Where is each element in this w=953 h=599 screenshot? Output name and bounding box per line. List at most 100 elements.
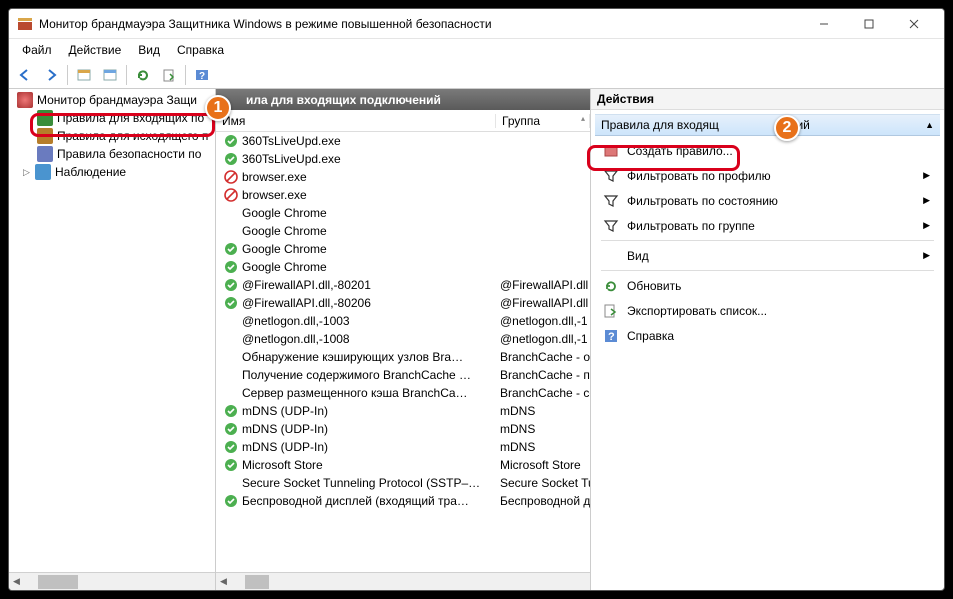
titlebar: Монитор брандмауэра Защитника Windows в … — [9, 9, 944, 39]
rule-row[interactable]: @FirewallAPI.dll,-80201 @FirewallAPI.dll — [216, 276, 590, 294]
status-icon — [224, 440, 238, 454]
menu-file[interactable]: Файл — [15, 41, 59, 59]
rule-row[interactable]: Google Chrome — [216, 222, 590, 240]
status-icon — [224, 332, 238, 346]
action-item[interactable]: Создать правило... — [595, 138, 940, 163]
tree-item-label: Правила безопасности по — [57, 147, 201, 161]
status-icon — [224, 494, 238, 508]
export-icon[interactable] — [157, 64, 181, 86]
new-window-icon[interactable] — [72, 64, 96, 86]
tree-item-label: Правила для исходящего п — [57, 129, 208, 143]
menu-action[interactable]: Действие — [62, 41, 129, 59]
rule-row[interactable]: mDNS (UDP-In)mDNS — [216, 420, 590, 438]
column-group[interactable]: Группа▴ — [496, 114, 590, 128]
column-name[interactable]: Имя — [216, 114, 496, 128]
expander-icon[interactable]: ▷ — [23, 167, 35, 178]
filter-icon — [603, 218, 619, 234]
status-icon — [224, 350, 238, 364]
rule-row[interactable]: Сервер размещенного кэша BranchCa…Branch… — [216, 384, 590, 402]
rule-row[interactable]: mDNS (UDP-In)mDNS — [216, 438, 590, 456]
rule-group: @netlogon.dll,-1 — [496, 332, 590, 346]
rule-row[interactable]: @netlogon.dll,-1003@netlogon.dll,-1 — [216, 312, 590, 330]
rule-group: BranchCache - об — [496, 350, 590, 364]
export-icon — [603, 303, 619, 319]
maximize-button[interactable] — [846, 10, 891, 38]
action-label: Создать правило... — [627, 144, 733, 158]
action-item[interactable]: Фильтровать по группе▶ — [595, 213, 940, 238]
rule-row[interactable]: @netlogon.dll,-1008@netlogon.dll,-1 — [216, 330, 590, 348]
list-hscrollbar[interactable]: ◀ — [216, 572, 590, 590]
tree-root[interactable]: Монитор брандмауэра Защи — [9, 91, 215, 109]
rule-row[interactable]: Google Chrome — [216, 258, 590, 276]
rule-row[interactable]: mDNS (UDP-In)mDNS — [216, 402, 590, 420]
close-button[interactable] — [891, 10, 936, 38]
content-area: Монитор брандмауэра Защи Правила для вхо… — [9, 89, 944, 590]
rule-group: Microsoft Store — [496, 458, 590, 472]
menu-view[interactable]: Вид — [131, 41, 167, 59]
new-icon — [603, 143, 619, 159]
rule-name: Google Chrome — [242, 206, 327, 220]
rule-name: Microsoft Store — [242, 458, 323, 472]
actions-subtitle[interactable]: Правила для входящ чений ▲ — [595, 114, 940, 136]
rule-group: @netlogon.dll,-1 — [496, 314, 590, 328]
rule-row[interactable]: 360TsLiveUpd.exe — [216, 150, 590, 168]
none-icon — [603, 248, 619, 264]
help-icon: ? — [603, 328, 619, 344]
help-icon[interactable]: ? — [190, 64, 214, 86]
rule-row[interactable]: Google Chrome — [216, 240, 590, 258]
status-icon — [224, 476, 238, 490]
action-item[interactable]: Обновить — [595, 273, 940, 298]
action-label: Фильтровать по группе — [627, 219, 755, 233]
rule-row[interactable]: Обнаружение кэширующих узлов Bra…BranchC… — [216, 348, 590, 366]
tree-hscrollbar[interactable]: ◀ — [9, 572, 215, 590]
rule-row[interactable]: Microsoft Store Microsoft Store — [216, 456, 590, 474]
rule-row[interactable]: @FirewallAPI.dll,-80206@FirewallAPI.dll — [216, 294, 590, 312]
sort-asc-icon: ▴ — [577, 114, 589, 123]
rule-group: BranchCache - по — [496, 368, 590, 382]
nav-tree: Монитор брандмауэра Защи Правила для вхо… — [9, 89, 216, 590]
rule-name: @FirewallAPI.dll,-80206 — [242, 296, 371, 310]
collapse-icon: ▲ — [925, 120, 934, 130]
rule-row[interactable]: Беспроводной дисплей (входящий тра…Беспр… — [216, 492, 590, 510]
rule-group: Secure Socket Tu — [496, 476, 590, 490]
minimize-button[interactable] — [801, 10, 846, 38]
rules-list[interactable]: 360TsLiveUpd.exe 360TsLiveUpd.exe browser.… — [216, 132, 590, 572]
back-button[interactable] — [13, 64, 37, 86]
status-icon — [224, 242, 238, 256]
action-item[interactable]: Фильтровать по состоянию▶ — [595, 188, 940, 213]
rule-group: @FirewallAPI.dll — [496, 278, 590, 292]
details-icon[interactable] — [98, 64, 122, 86]
status-icon — [224, 458, 238, 472]
refresh-icon[interactable] — [131, 64, 155, 86]
tree-item-outbound[interactable]: Правила для исходящего п — [9, 127, 215, 145]
tree-item-label: Правила для входящих по — [57, 111, 204, 125]
rule-name: browser.exe — [242, 170, 307, 184]
tree-item-monitor[interactable]: ▷ Наблюдение — [9, 163, 215, 181]
menu-help[interactable]: Справка — [170, 41, 231, 59]
action-item[interactable]: Экспортировать список... — [595, 298, 940, 323]
action-label: Фильтровать по состоянию — [627, 194, 778, 208]
actions-list: Создать правило... Фильтровать по профилю… — [591, 136, 944, 350]
svg-text:?: ? — [608, 331, 615, 343]
action-label: Вид — [627, 249, 649, 263]
action-item[interactable]: Вид▶ — [595, 243, 940, 268]
rule-row[interactable]: Secure Socket Tunneling Protocol (SSTP–…… — [216, 474, 590, 492]
rule-row[interactable]: browser.exe — [216, 168, 590, 186]
rule-row[interactable]: Google Chrome — [216, 204, 590, 222]
status-icon — [224, 170, 238, 184]
rule-row[interactable]: Получение содержимого BranchCache …Branc… — [216, 366, 590, 384]
rule-name: @FirewallAPI.dll,-80201 — [242, 278, 371, 292]
action-item[interactable]: Фильтровать по профилю▶ — [595, 163, 940, 188]
action-item[interactable]: ?Справка — [595, 323, 940, 348]
rule-row[interactable]: browser.exe — [216, 186, 590, 204]
rule-name: 360TsLiveUpd.exe — [242, 152, 341, 166]
tree-item-inbound[interactable]: Правила для входящих по — [9, 109, 215, 127]
rule-group: mDNS — [496, 404, 590, 418]
badge-1: 1 — [205, 95, 231, 121]
status-icon — [224, 278, 238, 292]
forward-button[interactable] — [39, 64, 63, 86]
rule-name: 360TsLiveUpd.exe — [242, 134, 341, 148]
rule-row[interactable]: 360TsLiveUpd.exe — [216, 132, 590, 150]
tree-item-security[interactable]: Правила безопасности по — [9, 145, 215, 163]
status-icon — [224, 260, 238, 274]
